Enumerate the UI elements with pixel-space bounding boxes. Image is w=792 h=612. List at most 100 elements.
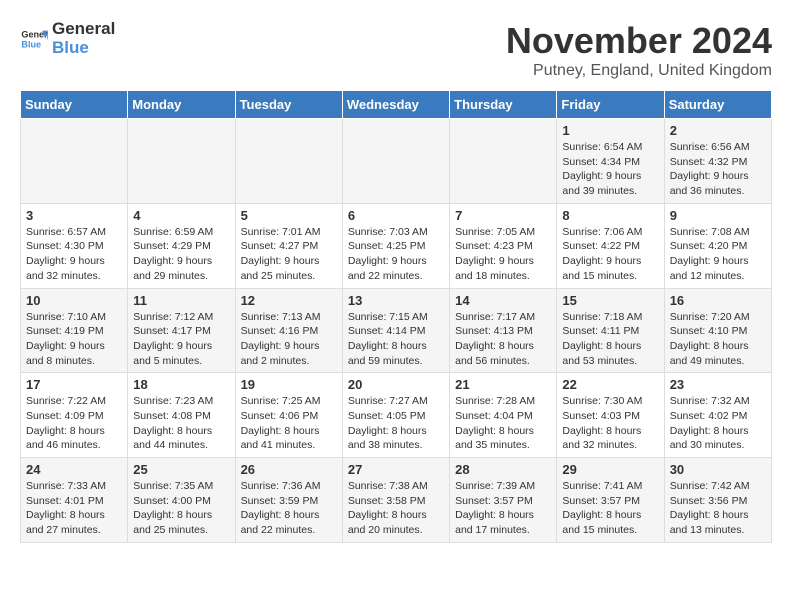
calendar-week-row: 1Sunrise: 6:54 AM Sunset: 4:34 PM Daylig… [21, 119, 772, 204]
calendar-cell: 23Sunrise: 7:32 AM Sunset: 4:02 PM Dayli… [664, 373, 771, 458]
day-info: Sunrise: 7:32 AM Sunset: 4:02 PM Dayligh… [670, 394, 766, 453]
day-info: Sunrise: 7:03 AM Sunset: 4:25 PM Dayligh… [348, 225, 444, 284]
calendar-cell: 19 Sunrise: 7:25 AM Sunset: 4:06 PM Dayli… [235, 373, 342, 458]
day-info: Sunrise: 7:10 AM Sunset: 4:19 PM Dayligh… [26, 310, 122, 369]
day-number: 22 [562, 377, 658, 392]
calendar-cell: 16 Sunrise: 7:20 AM Sunset: 4:10 PM Dayli… [664, 288, 771, 373]
logo-icon: General Blue [20, 25, 48, 53]
day-info: Sunrise: 7:20 AM Sunset: 4:10 PM Dayligh… [670, 310, 766, 369]
day-info: Sunrise: 7:42 AM Sunset: 3:56 PM Dayligh… [670, 479, 766, 538]
calendar-cell: 29Sunrise: 7:41 AM Sunset: 3:57 PM Dayli… [557, 458, 664, 543]
calendar-cell: 15 Sunrise: 7:18 AM Sunset: 4:11 PM Dayli… [557, 288, 664, 373]
day-info: Sunrise: 7:13 AM Sunset: 4:16 PM Dayligh… [241, 310, 337, 369]
calendar-cell: 30 Sunrise: 7:42 AM Sunset: 3:56 PM Dayli… [664, 458, 771, 543]
svg-text:Blue: Blue [21, 39, 41, 49]
calendar-cell: 10 Sunrise: 7:10 AM Sunset: 4:19 PM Dayli… [21, 288, 128, 373]
calendar-cell: 21 Sunrise: 7:28 AM Sunset: 4:04 PM Dayli… [450, 373, 557, 458]
day-info: Sunrise: 7:39 AM Sunset: 3:57 PM Dayligh… [455, 479, 551, 538]
day-info: Sunrise: 7:17 AM Sunset: 4:13 PM Dayligh… [455, 310, 551, 369]
day-of-week-header: Thursday [450, 91, 557, 119]
calendar-body: 1Sunrise: 6:54 AM Sunset: 4:34 PM Daylig… [21, 119, 772, 543]
day-info: Sunrise: 7:38 AM Sunset: 3:58 PM Dayligh… [348, 479, 444, 538]
logo: General Blue General Blue [20, 20, 115, 57]
calendar-cell: 2Sunrise: 6:56 AM Sunset: 4:32 PM Daylig… [664, 119, 771, 204]
day-number: 13 [348, 293, 444, 308]
calendar-cell: 13Sunrise: 7:15 AM Sunset: 4:14 PM Dayli… [342, 288, 449, 373]
day-of-week-header: Saturday [664, 91, 771, 119]
calendar-cell: 7 Sunrise: 7:05 AM Sunset: 4:23 PM Daylig… [450, 203, 557, 288]
calendar-week-row: 10 Sunrise: 7:10 AM Sunset: 4:19 PM Dayli… [21, 288, 772, 373]
day-info: Sunrise: 6:57 AM Sunset: 4:30 PM Dayligh… [26, 225, 122, 284]
calendar-cell: 28 Sunrise: 7:39 AM Sunset: 3:57 PM Dayli… [450, 458, 557, 543]
calendar-cell [21, 119, 128, 204]
calendar-cell: 5 Sunrise: 7:01 AM Sunset: 4:27 PM Daylig… [235, 203, 342, 288]
day-number: 26 [241, 462, 337, 477]
day-of-week-header: Tuesday [235, 91, 342, 119]
calendar-cell: 24Sunrise: 7:33 AM Sunset: 4:01 PM Dayli… [21, 458, 128, 543]
calendar-cell [450, 119, 557, 204]
day-info: Sunrise: 7:01 AM Sunset: 4:27 PM Dayligh… [241, 225, 337, 284]
day-number: 2 [670, 123, 766, 138]
logo-general: General [52, 20, 115, 39]
calendar-cell [342, 119, 449, 204]
calendar-cell: 11Sunrise: 7:12 AM Sunset: 4:17 PM Dayli… [128, 288, 235, 373]
day-of-week-header: Sunday [21, 91, 128, 119]
day-info: Sunrise: 7:27 AM Sunset: 4:05 PM Dayligh… [348, 394, 444, 453]
day-info: Sunrise: 7:23 AM Sunset: 4:08 PM Dayligh… [133, 394, 229, 453]
calendar-table: SundayMondayTuesdayWednesdayThursdayFrid… [20, 90, 772, 543]
day-info: Sunrise: 7:05 AM Sunset: 4:23 PM Dayligh… [455, 225, 551, 284]
day-of-week-header: Monday [128, 91, 235, 119]
day-number: 5 [241, 208, 337, 223]
day-number: 9 [670, 208, 766, 223]
day-of-week-header: Wednesday [342, 91, 449, 119]
calendar-cell: 3 Sunrise: 6:57 AM Sunset: 4:30 PM Daylig… [21, 203, 128, 288]
calendar-cell: 1Sunrise: 6:54 AM Sunset: 4:34 PM Daylig… [557, 119, 664, 204]
day-info: Sunrise: 7:36 AM Sunset: 3:59 PM Dayligh… [241, 479, 337, 538]
day-number: 8 [562, 208, 658, 223]
day-info: Sunrise: 7:30 AM Sunset: 4:03 PM Dayligh… [562, 394, 658, 453]
day-number: 6 [348, 208, 444, 223]
day-info: Sunrise: 7:18 AM Sunset: 4:11 PM Dayligh… [562, 310, 658, 369]
calendar-week-row: 17Sunrise: 7:22 AM Sunset: 4:09 PM Dayli… [21, 373, 772, 458]
day-number: 10 [26, 293, 122, 308]
calendar-cell: 25 Sunrise: 7:35 AM Sunset: 4:00 PM Dayli… [128, 458, 235, 543]
day-number: 28 [455, 462, 551, 477]
day-number: 24 [26, 462, 122, 477]
day-number: 27 [348, 462, 444, 477]
title-area: November 2024 Putney, England, United Ki… [506, 20, 772, 80]
calendar-cell [128, 119, 235, 204]
day-number: 7 [455, 208, 551, 223]
day-number: 16 [670, 293, 766, 308]
calendar-cell: 22 Sunrise: 7:30 AM Sunset: 4:03 PM Dayli… [557, 373, 664, 458]
calendar-cell: 20 Sunrise: 7:27 AM Sunset: 4:05 PM Dayli… [342, 373, 449, 458]
day-info: Sunrise: 6:54 AM Sunset: 4:34 PM Dayligh… [562, 140, 658, 199]
day-number: 19 [241, 377, 337, 392]
day-info: Sunrise: 7:22 AM Sunset: 4:09 PM Dayligh… [26, 394, 122, 453]
day-number: 14 [455, 293, 551, 308]
calendar-cell: 27 Sunrise: 7:38 AM Sunset: 3:58 PM Dayli… [342, 458, 449, 543]
day-info: Sunrise: 7:08 AM Sunset: 4:20 PM Dayligh… [670, 225, 766, 284]
day-number: 15 [562, 293, 658, 308]
calendar-cell: 17Sunrise: 7:22 AM Sunset: 4:09 PM Dayli… [21, 373, 128, 458]
day-info: Sunrise: 7:35 AM Sunset: 4:00 PM Dayligh… [133, 479, 229, 538]
day-info: Sunrise: 7:06 AM Sunset: 4:22 PM Dayligh… [562, 225, 658, 284]
day-number: 12 [241, 293, 337, 308]
calendar-cell: 18 Sunrise: 7:23 AM Sunset: 4:08 PM Dayli… [128, 373, 235, 458]
day-number: 21 [455, 377, 551, 392]
day-info: Sunrise: 7:28 AM Sunset: 4:04 PM Dayligh… [455, 394, 551, 453]
day-number: 3 [26, 208, 122, 223]
day-info: Sunrise: 7:25 AM Sunset: 4:06 PM Dayligh… [241, 394, 337, 453]
day-number: 30 [670, 462, 766, 477]
day-info: Sunrise: 6:59 AM Sunset: 4:29 PM Dayligh… [133, 225, 229, 284]
day-number: 25 [133, 462, 229, 477]
calendar-week-row: 24Sunrise: 7:33 AM Sunset: 4:01 PM Dayli… [21, 458, 772, 543]
calendar-cell: 6 Sunrise: 7:03 AM Sunset: 4:25 PM Daylig… [342, 203, 449, 288]
day-number: 29 [562, 462, 658, 477]
day-number: 18 [133, 377, 229, 392]
calendar-header-row: SundayMondayTuesdayWednesdayThursdayFrid… [21, 91, 772, 119]
calendar-cell: 8 Sunrise: 7:06 AM Sunset: 4:22 PM Daylig… [557, 203, 664, 288]
calendar-cell [235, 119, 342, 204]
day-number: 4 [133, 208, 229, 223]
main-title: November 2024 [506, 20, 772, 62]
day-number: 20 [348, 377, 444, 392]
